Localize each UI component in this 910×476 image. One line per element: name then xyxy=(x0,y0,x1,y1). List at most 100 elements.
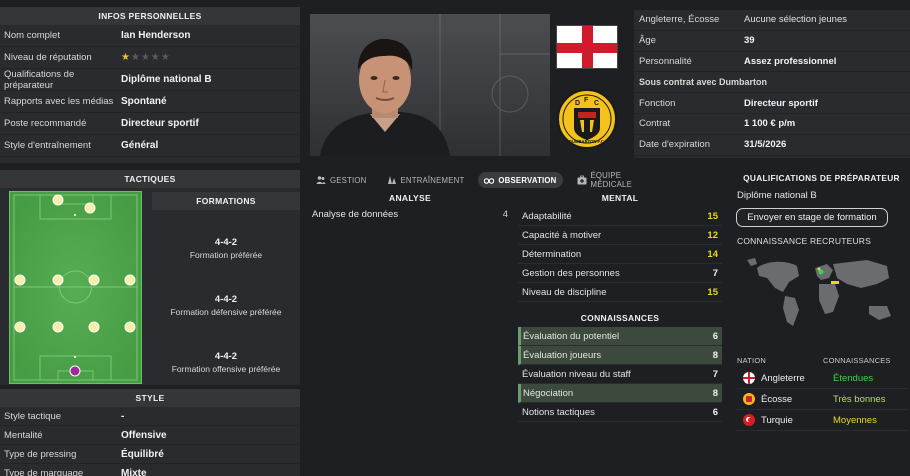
club-badge-logo: D F C DUMBARTON F.C. xyxy=(556,86,618,154)
analysis-section: ANALYSE Analyse de données 4 xyxy=(308,193,512,224)
scout-knowledge-title: CONNAISSANCE RECRUTEURS xyxy=(737,236,872,246)
style-label: Mentalité xyxy=(4,429,43,441)
staff-detail-label: Personnalité xyxy=(639,55,692,67)
personal-info-row: Rapports avec les médias Spontané xyxy=(0,91,300,113)
staff-photo xyxy=(310,14,550,156)
tab-medical-kit[interactable]: ÉQUIPE MÉDICALE xyxy=(571,168,638,192)
staff-detail-label: Fonction xyxy=(639,97,676,109)
personal-info-row: Poste recommandé Directeur sportif xyxy=(0,113,300,135)
staff-detail-row: Âge 39 xyxy=(634,31,910,52)
star-icon: ★ xyxy=(160,51,170,63)
tab-label: OBSERVATION xyxy=(498,175,557,185)
staff-detail-row: Fonction Directeur sportif xyxy=(634,93,910,114)
formations-list: FORMATIONS 4-4-2 Formation préférée 4-4-2 F… xyxy=(152,192,300,382)
personal-info-value: Général xyxy=(121,140,159,151)
tab-label: ENTRAÎNEMENT xyxy=(400,175,465,185)
formation-description: Formation offensive préférée xyxy=(171,364,281,374)
attribute-name: Négociation xyxy=(523,387,574,399)
people-icon xyxy=(316,175,326,185)
personal-info-row: Qualifications de préparateur Diplôme nat… xyxy=(0,69,300,91)
staff-detail-value: 39 xyxy=(744,35,755,47)
formation-item[interactable]: 4-4-2 Formation défensive préférée xyxy=(152,277,300,334)
style-value: - xyxy=(121,410,125,422)
attribute-row: Gestion des personnes 7 xyxy=(518,264,722,283)
style-label: Style tactique xyxy=(4,410,62,422)
style-label: Type de pressing xyxy=(4,448,77,460)
england-flag-icon xyxy=(743,372,755,384)
nation-name: Turquie xyxy=(761,414,793,426)
star-icon: ★ xyxy=(130,51,140,63)
attribute-row: Évaluation niveau du staff 7 xyxy=(518,365,722,384)
tactics-header: TACTIQUES xyxy=(0,170,300,188)
tab-binoculars[interactable]: OBSERVATION xyxy=(478,172,563,188)
attribute-name: Adaptabilité xyxy=(522,210,572,222)
attribute-value: 15 xyxy=(707,286,718,298)
formation-name: 4-4-2 xyxy=(214,237,238,248)
formation-item[interactable]: 4-4-2 Formation offensive préférée xyxy=(152,334,300,391)
attribute-row: Négociation 8 xyxy=(518,384,722,403)
attribute-value: 8 xyxy=(712,387,718,399)
style-row: Mentalité Offensive xyxy=(0,426,300,445)
attribute-name: Notions tactiques xyxy=(522,406,595,418)
personal-info-header: INFOS PERSONNELLES xyxy=(0,7,300,25)
personal-info-label: Rapports avec les médias xyxy=(4,96,114,107)
personal-info-label: Qualifications de préparateur xyxy=(4,68,75,91)
style-panel: STYLE Style tactique - Mentalité Offensive T… xyxy=(0,389,300,476)
portrait-image xyxy=(320,38,450,156)
staff-detail-row: Contrat 1 100 € p/m xyxy=(634,114,910,135)
send-to-training-course-button[interactable]: Envoyer en stage de formation xyxy=(736,208,888,227)
tab-cones[interactable]: ENTRAÎNEMENT xyxy=(381,172,471,188)
world-map xyxy=(737,248,909,340)
attribute-row: Adaptabilité 15 xyxy=(518,207,722,226)
personal-info-panel: INFOS PERSONNELLES Nom complet Ian Hender… xyxy=(0,7,300,163)
personal-info-label: Niveau de réputation xyxy=(4,52,92,63)
tactics-panel: TACTIQUES FORMATIONS 4-4-2 Formation pré… xyxy=(0,170,300,385)
binoculars-icon xyxy=(484,175,495,185)
attribute-name: Évaluation du potentiel xyxy=(523,330,620,342)
star-icon: ★ xyxy=(150,51,160,63)
knowledge-level: Moyennes xyxy=(833,414,877,426)
nation-row: Écosse Très bonnes xyxy=(737,389,909,410)
tab-label: GESTION xyxy=(330,175,367,185)
star-icon: ★ xyxy=(121,51,130,63)
attribute-row: Analyse de données 4 xyxy=(308,205,512,224)
style-value: Offensive xyxy=(121,429,167,441)
personal-info-label: Poste recommandé xyxy=(4,118,87,129)
attribute-name: Évaluation niveau du staff xyxy=(522,368,631,380)
staff-detail-label: Âge xyxy=(639,35,656,47)
staff-detail-row: Angleterre, Écosse Aucune sélection jeune… xyxy=(634,10,910,31)
personal-info-value: Ian Henderson xyxy=(121,30,191,41)
personal-info-label: Nom complet xyxy=(4,30,60,41)
attribute-name: Analyse de données xyxy=(312,209,399,220)
star-icon: ★ xyxy=(140,51,150,63)
nation-row: Turquie Moyennes xyxy=(737,410,909,431)
knowledge-column-header: CONNAISSANCES xyxy=(823,355,891,365)
attribute-value: 6 xyxy=(712,330,718,342)
staff-detail-label: Sous contrat avec Dumbarton xyxy=(639,77,768,88)
svg-text:C: C xyxy=(594,100,599,107)
staff-details-panel: Angleterre, Écosse Aucune sélection jeune… xyxy=(634,10,910,158)
tactics-pitch xyxy=(9,191,142,384)
tab-label: ÉQUIPE MÉDICALE xyxy=(590,171,632,189)
tab-people[interactable]: GESTION xyxy=(310,172,373,188)
attribute-value: 8 xyxy=(712,349,718,361)
attribute-row: Détermination 14 xyxy=(518,245,722,264)
formation-name: 4-4-2 xyxy=(214,351,238,362)
attribute-row: Capacité à motiver 12 xyxy=(518,226,722,245)
personal-info-row: Style d'entraînement Général xyxy=(0,135,300,157)
formation-item[interactable]: 4-4-2 Formation préférée xyxy=(152,220,300,277)
attribute-row: Notions tactiques 6 xyxy=(518,403,722,422)
coaching-qualification-value: Diplôme national B xyxy=(737,190,817,201)
scotland-flag-icon xyxy=(743,393,755,405)
personal-info-row: Nom complet Ian Henderson xyxy=(0,25,300,47)
style-value: Équilibré xyxy=(121,448,164,460)
attribute-row: Évaluation joueurs 8 xyxy=(518,346,722,365)
staff-detail-row: Personnalité Assez professionnel xyxy=(634,52,910,73)
knowledge-level: Étendues xyxy=(833,372,874,384)
attribute-name: Évaluation joueurs xyxy=(523,349,602,361)
nation-row: Angleterre Étendues xyxy=(737,368,909,389)
nation-name: Écosse xyxy=(761,393,793,405)
nation-column-header: NATION xyxy=(737,355,766,365)
personal-info-row: Niveau de réputation ★ ★ ★ ★ ★ xyxy=(0,47,300,69)
attribute-value: 6 xyxy=(712,406,718,418)
